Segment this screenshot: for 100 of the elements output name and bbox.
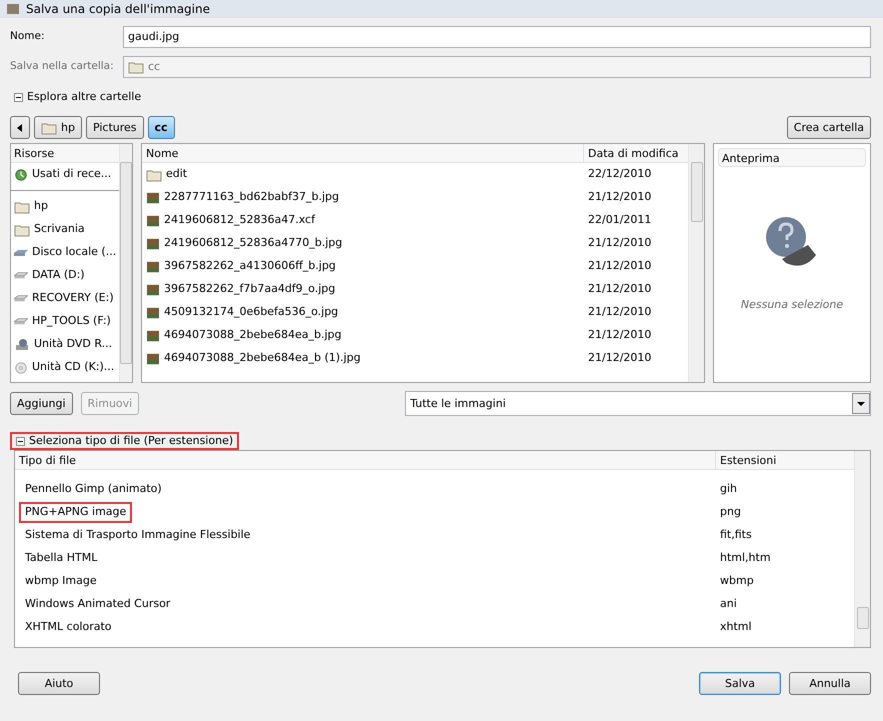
path-button[interactable]: hp [34,116,82,139]
app-icon [6,3,20,15]
image-thumbnail-icon [146,260,160,272]
column-header[interactable]: Risorse [11,144,120,163]
scrollbar[interactable] [854,451,870,647]
image-thumbnail-icon [146,352,160,364]
file-date: 21/12/2010 [587,304,652,320]
file-type-name: XHTML colorato [24,619,113,636]
preview-message: Nessuna selezione [740,297,844,313]
file-row[interactable]: 3967582262_f7b7aa4df9_o.jpg 21/12/2010 [142,278,688,301]
extension-cell-text: wbmp [719,573,755,590]
create-folder-button[interactable]: Crea cartella [786,116,871,139]
filter-dropdown[interactable]: Tutte le immagini [405,391,871,416]
file-name: 4694073088_2bebe684ea_b.jpg [142,327,580,344]
disc-icon [14,360,28,374]
image-thumbnail-icon [146,214,160,226]
file-date: 21/12/2010 [587,350,652,366]
scrollbar[interactable] [688,144,704,382]
cancel-button[interactable]: Annulla [789,672,871,695]
place-item[interactable]: Disco locale (... [11,241,120,264]
file-date: 22/01/2011 [587,212,652,228]
name-field[interactable]: gaudi.jpg [123,26,871,48]
clock-icon [14,168,28,182]
folder-name: cc [148,59,160,75]
column-header[interactable]: Tipo di file [15,451,716,469]
file-row[interactable]: 2287771163_bd62babf37_b.jpg 21/12/2010 [142,186,688,209]
file-type-toggle[interactable]: Seleziona tipo di file (Per estensione) [29,432,234,450]
file-name: 4694073088_2bebe684ea_b (1).jpg [142,350,580,367]
file-name: 2419606812_52836a4770_b.jpg [142,235,580,252]
path-button[interactable]: cc [148,116,175,139]
place-item[interactable]: hp [11,195,120,218]
file-name: 3967582262_f7b7aa4df9_o.jpg [142,281,580,298]
file-date: 21/12/2010 [587,327,652,344]
drive-icon [14,318,28,325]
place-item[interactable]: Usati di rece... [11,163,120,186]
file-type-name: PNG+APNG image [19,502,132,523]
place-item[interactable]: Unità DVD R... [11,333,120,356]
folder-icon [14,222,30,236]
place-item[interactable]: DATA (D:) [11,264,120,287]
image-thumbnail-icon [146,306,160,318]
filter-value: Tutte le immagini [410,396,506,412]
image-thumbnail-icon [146,192,160,204]
drive-icon [14,295,28,302]
folder-icon [14,200,30,214]
file-type-name: Tabella HTML [24,550,98,566]
save-button[interactable]: Salva [699,672,781,695]
place-item[interactable]: HP_TOOLS (F:) [11,310,120,333]
file-name: 2287771163_bd62babf37_b.jpg [142,189,580,206]
file-row[interactable]: edit 22/12/2010 [142,163,688,186]
file-type-name: Sistema di Trasporto Immagine Flessibile [24,527,252,544]
place-item[interactable]: RECOVERY (E:) [11,287,120,310]
name-label: Nome: [10,29,46,44]
folder-label: Salva nella cartella: [10,59,115,74]
help-button[interactable]: Aiuto [18,672,100,695]
column-header[interactable]: Data di modifica [584,144,688,162]
extension-cell-text: fit,fits [719,527,753,544]
file-name: 2419606812_52836a47.xcf [142,212,580,229]
window-title: Salva una copia dell'immagine [26,1,210,18]
file-name: 3967582262_a4130606ff_b.jpg [142,258,580,275]
place-item[interactable]: Scrivania [11,218,120,241]
file-date: 21/12/2010 [587,258,652,274]
back-arrow-icon [17,124,23,132]
image-thumbnail-icon [146,330,160,342]
extension-cell-text: gih [719,481,738,498]
file-date: 21/12/2010 [587,281,652,298]
folder-icon [128,60,144,74]
file-type-name: Windows Animated Cursor [24,596,172,612]
image-thumbnail-icon [146,284,160,296]
collapse-icon[interactable] [14,92,23,102]
add-button[interactable]: Aggiungi [10,392,73,415]
collapse-icon[interactable] [16,436,25,446]
file-date: 22/12/2010 [587,166,652,182]
file-type-name: Pennello Gimp (animato) [24,481,163,498]
file-name: edit [142,166,580,183]
file-row[interactable]: 2419606812_52836a47.xcf 22/01/2011 [142,209,688,232]
place-item[interactable]: Unità CD (K:)... [11,356,120,379]
file-type-name: wbmp Image [24,573,98,590]
back-button[interactable] [10,116,30,139]
file-row[interactable]: 4694073088_2bebe684ea_b (1).jpg 21/12/2010 [142,347,688,370]
column-header[interactable]: Estensioni [716,451,854,469]
extension-cell-text: html,htm [719,550,772,566]
column-header[interactable]: Nome [142,144,584,162]
drive-icon [14,250,28,256]
browse-toggle[interactable]: Esplora altre cartelle [27,88,142,106]
file-row[interactable]: 4509132174_0e6befa536_o.jpg 21/12/2010 [142,301,688,324]
drive-icon [14,272,28,279]
extension-cell-text: png [719,504,742,520]
extension-cell-text: xhtml [719,619,753,636]
image-thumbnail-icon [146,238,160,250]
file-name: 4509132174_0e6befa536_o.jpg [142,304,580,321]
folder-icon [41,120,57,134]
scrollbar[interactable] [119,144,132,382]
file-row[interactable]: 3967582262_a4130606ff_b.jpg 21/12/2010 [142,255,688,278]
file-row[interactable]: 2419606812_52836a4770_b.jpg 21/12/2010 [142,232,688,255]
path-button[interactable]: Pictures [86,116,144,139]
extension-cell-text: ani [719,596,738,612]
file-date: 21/12/2010 [587,235,652,252]
optical-drive-icon [14,338,30,352]
folder-icon [146,168,162,182]
file-row[interactable]: 4694073088_2bebe684ea_b.jpg 21/12/2010 [142,324,688,347]
